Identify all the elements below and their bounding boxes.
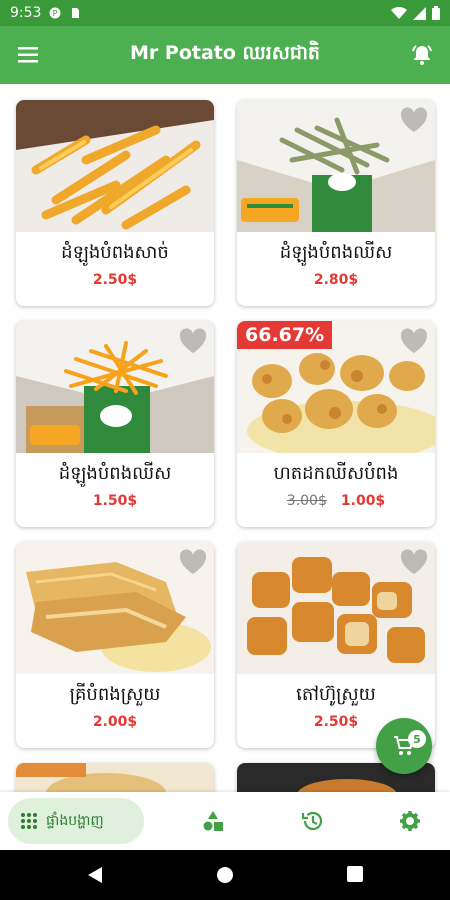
back-icon[interactable] <box>87 866 103 884</box>
product-price: 2.80$ <box>313 272 359 288</box>
grid-icon <box>21 813 37 829</box>
system-nav-bar <box>0 850 450 900</box>
nav-item-label: ផ្ទាំងបង្ហាញ <box>46 812 104 829</box>
bell-ring-icon <box>412 45 432 65</box>
product-price: 2.50$ <box>92 272 138 288</box>
nav-item-history[interactable] <box>295 804 329 838</box>
menu-button[interactable] <box>0 26 56 84</box>
product-name: តៅហ៊ូស្រួយ <box>296 684 376 705</box>
gear-icon <box>400 811 420 831</box>
notifications-button[interactable] <box>394 26 450 84</box>
favorite-heart-icon[interactable] <box>399 327 429 355</box>
product-name: ដំឡូងបំពងឈីស <box>58 463 172 484</box>
history-icon <box>301 811 323 831</box>
recents-icon[interactable] <box>347 866 363 882</box>
product-card[interactable]: ដំឡូងបំពងឈីស 2.80$ <box>237 100 435 306</box>
cart-count-badge: 5 <box>408 730 426 748</box>
product-price: 2.00$ <box>92 714 138 730</box>
signal-icon <box>413 6 426 20</box>
product-price: 1.00$ <box>340 493 386 509</box>
category-shapes-icon <box>203 811 223 831</box>
app-bar: Mr Potato ឈរសជាតិ <box>0 26 450 84</box>
home-icon[interactable] <box>216 866 234 884</box>
hamburger-menu-icon <box>18 47 38 63</box>
product-name: ហតដកឈីសបំពង <box>273 463 399 484</box>
product-grid: ដំឡូងបំពងសាច់ 2.50$ ដំឡូងបំពងឈីស 2.80$ ដ… <box>0 84 450 792</box>
product-image <box>16 763 214 792</box>
product-price-row: 3.00$ 1.00$ <box>237 493 435 509</box>
product-old-price: 3.00$ <box>286 493 327 509</box>
status-bar: 9:53 P <box>0 0 450 26</box>
svg-text:P: P <box>53 9 58 18</box>
app-screen: 9:53 P Mr Potato ឈរសជាតិ ដំឡូងបំពងសាច់ 2… <box>0 0 450 900</box>
discount-badge: 66.67% <box>237 321 333 349</box>
sim-card-icon <box>72 8 80 18</box>
nav-item-categories[interactable] <box>196 804 230 838</box>
battery-icon <box>432 6 440 20</box>
nav-item-dashboard[interactable]: ផ្ទាំងបង្ហាញ <box>8 798 144 844</box>
product-price: 1.50$ <box>92 493 138 509</box>
product-image <box>237 100 435 232</box>
product-card[interactable]: 66.67% ហតដកឈីសបំពង 3.00$ 1.00$ <box>237 321 435 527</box>
favorite-heart-icon[interactable] <box>178 548 208 576</box>
product-name: ដំឡូងបំពងឈីស <box>279 242 393 263</box>
product-image <box>16 100 214 232</box>
product-image <box>16 542 214 674</box>
product-card[interactable]: គ្រីបំពងស្រួយ 2.00$ <box>16 542 214 748</box>
product-card[interactable] <box>16 763 214 792</box>
product-name: ដំឡូងបំពងសាច់ <box>61 242 169 263</box>
app-notification-icon: P <box>49 7 61 19</box>
product-card[interactable]: ដំឡូងបំពងឈីស 1.50$ <box>16 321 214 527</box>
nav-item-settings[interactable] <box>393 804 427 838</box>
favorite-heart-icon[interactable] <box>399 548 429 576</box>
product-image <box>237 542 435 674</box>
bottom-nav: ផ្ទាំងបង្ហាញ <box>0 792 450 850</box>
favorite-heart-icon[interactable] <box>178 327 208 355</box>
app-title: Mr Potato ឈរសជាតិ <box>130 42 320 64</box>
product-name: គ្រីបំពងស្រួយ <box>69 684 161 705</box>
product-image <box>16 321 214 453</box>
wifi-icon <box>391 6 407 19</box>
product-image: 66.67% <box>237 321 435 453</box>
cart-button[interactable]: 5 <box>376 718 432 774</box>
favorite-heart-icon[interactable] <box>399 106 429 134</box>
product-card[interactable]: ដំឡូងបំពងសាច់ 2.50$ <box>16 100 214 306</box>
status-time: 9:53 <box>10 5 42 21</box>
